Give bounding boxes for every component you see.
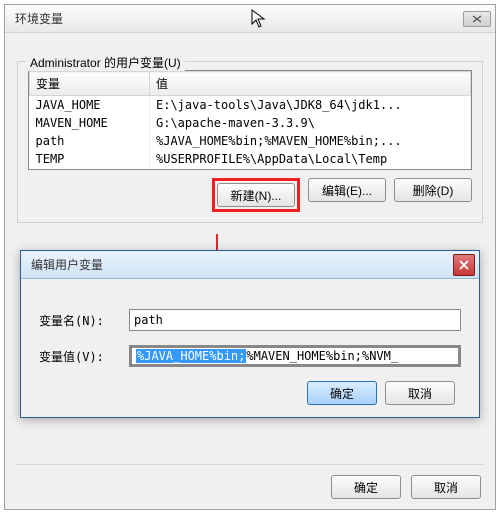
main-cancel-button[interactable]: 取消 [411,475,481,499]
edit-dialog-buttons: 确定 取消 [39,381,461,405]
var-name-input[interactable]: path [129,309,461,331]
delete-button[interactable]: 删除(D) [394,178,472,202]
main-bottom-buttons: 确定 取消 [331,475,481,499]
var-name-row: 变量名(N): path [39,309,461,331]
col-header-var[interactable]: 变量 [30,72,150,96]
table-row[interactable]: MAVEN_HOMEG:\apache-maven-3.3.9\ [30,114,471,132]
main-close-button[interactable] [463,11,491,27]
col-header-val[interactable]: 值 [150,72,471,96]
table-row[interactable]: JAVA_HOMEE:\java-tools\Java\JDK8_64\jdk1… [30,96,471,115]
var-name-label: 变量名(N): [39,312,129,329]
user-vars-group-title: Administrator 的用户变量(U) [26,54,185,71]
edit-button[interactable]: 编辑(E)... [308,178,386,202]
edit-dialog-title: 编辑用户变量 [31,256,103,273]
user-vars-button-row: 新建(N)... 编辑(E)... 删除(D) [28,178,472,212]
var-value-input[interactable]: %JAVA_HOME%bin;%MAVEN_HOME%bin;%NVM_ [129,345,461,367]
close-x-icon [459,260,469,270]
var-value-selected: %JAVA_HOME%bin; [136,349,246,363]
var-value-rest: %MAVEN_HOME%bin;%NVM_ [246,349,398,363]
table-row[interactable]: TEMP%USERPROFILE%\AppData\Local\Temp [30,150,471,168]
var-value-row: 变量值(V): %JAVA_HOME%bin;%MAVEN_HOME%bin;%… [39,345,461,367]
user-vars-group: Administrator 的用户变量(U) 变量 值 JAVA_HOMEE:\… [17,61,483,223]
main-titlebar: 环境变量 [5,5,495,33]
close-x-icon [472,15,482,23]
user-vars-table[interactable]: 变量 值 JAVA_HOMEE:\java-tools\Java\JDK8_64… [28,70,472,170]
separator [15,464,485,465]
edit-cancel-button[interactable]: 取消 [385,381,455,405]
table-row[interactable]: path%JAVA_HOME%bin;%MAVEN_HOME%bin;... [30,132,471,150]
new-button[interactable]: 新建(N)... [217,183,295,207]
edit-ok-button[interactable]: 确定 [307,381,377,405]
edit-dialog-body: 变量名(N): path 变量值(V): %JAVA_HOME%bin;%MAV… [21,279,479,417]
edit-dialog-close-button[interactable] [453,254,475,276]
var-value-label: 变量值(V): [39,348,129,365]
main-ok-button[interactable]: 确定 [331,475,401,499]
edit-dialog-titlebar: 编辑用户变量 [21,251,479,279]
main-title: 环境变量 [15,10,63,27]
highlight-new-button: 新建(N)... [212,178,300,212]
edit-var-dialog: 编辑用户变量 变量名(N): path 变量值(V): %JAVA_HOME%b… [20,250,480,418]
